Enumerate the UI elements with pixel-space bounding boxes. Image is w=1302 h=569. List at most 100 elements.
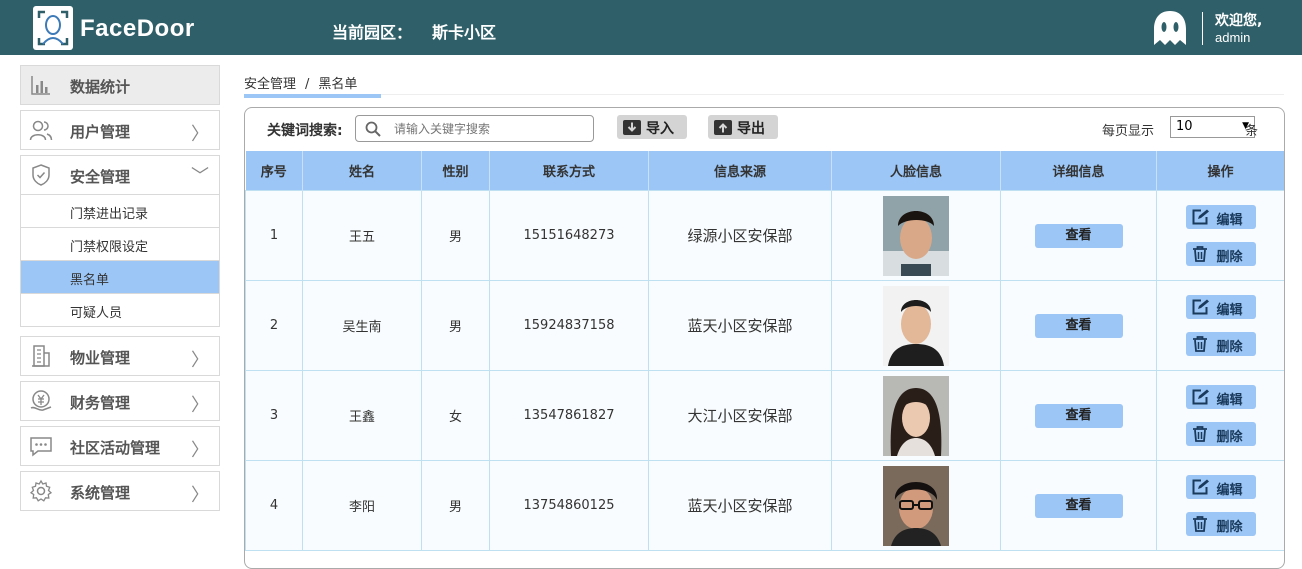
cell-face: [831, 460, 1001, 551]
cell-detail: 查看: [1000, 190, 1157, 281]
facedoor-logo: [33, 6, 73, 50]
edit-button[interactable]: 编辑: [1185, 205, 1256, 229]
column-header: 操作: [1156, 151, 1284, 191]
gear-icon: [29, 479, 53, 502]
edit-button[interactable]: 编辑: [1185, 295, 1256, 319]
bar-chart-icon: [31, 76, 50, 95]
edit-icon: [1192, 479, 1209, 495]
cell-face: [831, 280, 1001, 371]
sidebar-subitem-blacklist[interactable]: 黑名单: [20, 261, 220, 294]
export-button[interactable]: 导出: [708, 115, 778, 139]
per-page-value: 10: [1176, 119, 1193, 134]
view-button[interactable]: 查看: [1034, 223, 1123, 248]
cell-source: 蓝天小区安保部: [648, 280, 832, 371]
sidebar-item-finance[interactable]: 财务管理 〉: [20, 381, 220, 421]
finance-icon: [30, 390, 52, 411]
view-button[interactable]: 查看: [1034, 493, 1123, 518]
face-photo: [883, 195, 949, 276]
table-row: 3 王鑫 女 13547861827 大江小区安保部 查看 编辑 删除: [245, 370, 1284, 461]
blacklist-panel: 关键词搜索: 导入 导出 每页显示 10 ▼ 条 序号 姓名 性别 联系方式 信…: [244, 107, 1285, 569]
column-header: 详细信息: [1000, 151, 1157, 191]
delete-label: 删除: [1216, 250, 1243, 265]
top-header: FaceDoor 当前园区： 斯卡小区 欢迎您, admin: [0, 0, 1302, 55]
current-park-label: 当前园区：: [332, 23, 413, 42]
cell-detail: 查看: [1000, 370, 1157, 461]
cell-source: 蓝天小区安保部: [648, 460, 832, 551]
sidebar-item-label: 用户管理: [70, 123, 131, 141]
cell-phone: 15924837158: [489, 280, 649, 371]
sidebar-subitem-label: 门禁进出记录: [70, 207, 149, 222]
trash-icon: [1192, 426, 1207, 442]
delete-label: 删除: [1216, 340, 1243, 355]
sidebar-subitem-label: 可疑人员: [70, 306, 123, 321]
breadcrumb-parent[interactable]: 安全管理: [244, 77, 296, 92]
breadcrumb-separator: /: [305, 77, 310, 92]
sidebar-item-label: 系统管理: [70, 484, 131, 502]
username[interactable]: admin: [1215, 30, 1250, 45]
sidebar-item-stats[interactable]: 数据统计: [20, 65, 220, 105]
search-box[interactable]: [355, 115, 594, 142]
trash-icon: [1192, 336, 1207, 352]
header-divider: [1202, 12, 1203, 45]
chevron-right-icon: 〉: [191, 395, 209, 416]
chevron-right-icon: 〉: [191, 350, 209, 371]
cell-no: 1: [245, 190, 303, 281]
export-icon: [714, 120, 732, 135]
sidebar-item-label: 数据统计: [70, 78, 131, 96]
view-button[interactable]: 查看: [1034, 403, 1123, 428]
trash-icon: [1192, 246, 1207, 262]
cell-source: 绿源小区安保部: [648, 190, 832, 281]
delete-button[interactable]: 删除: [1185, 512, 1256, 536]
search-input[interactable]: [392, 119, 586, 139]
column-header: 姓名: [302, 151, 422, 191]
sidebar-item-label: 物业管理: [70, 349, 131, 367]
edit-button[interactable]: 编辑: [1185, 385, 1256, 409]
cell-gender: 女: [421, 370, 490, 461]
edit-label: 编辑: [1216, 393, 1243, 408]
sidebar-subitem-label: 门禁权限设定: [70, 240, 149, 255]
building-icon: [32, 345, 50, 367]
search-icon: [365, 121, 381, 137]
view-button[interactable]: 查看: [1034, 313, 1123, 338]
chevron-right-icon: 〉: [191, 440, 209, 461]
cell-phone: 15151648273: [489, 190, 649, 281]
sidebar-subitem-access-permission[interactable]: 门禁权限设定: [20, 228, 220, 261]
import-button[interactable]: 导入: [617, 115, 687, 139]
table-header-row: 序号 姓名 性别 联系方式 信息来源 人脸信息 详细信息 操作: [245, 151, 1284, 191]
chevron-right-icon: 〉: [191, 485, 209, 506]
user-avatar-icon[interactable]: [1150, 9, 1190, 47]
per-page-select[interactable]: 10 ▼: [1170, 116, 1255, 138]
welcome-text: 欢迎您,: [1215, 13, 1263, 29]
breadcrumb: 安全管理 / 黑名单: [244, 73, 357, 92]
sidebar-item-community[interactable]: 社区活动管理 〉: [20, 426, 220, 466]
breadcrumb-divider: [244, 94, 1284, 95]
breadcrumb-active-underline: [244, 94, 381, 98]
sidebar-item-users[interactable]: 用户管理 〉: [20, 110, 220, 150]
shield-icon: [32, 164, 50, 186]
cell-detail: 查看: [1000, 280, 1157, 371]
cell-no: 3: [245, 370, 303, 461]
sidebar-item-label: 财务管理: [70, 394, 131, 412]
sidebar-item-property[interactable]: 物业管理 〉: [20, 336, 220, 376]
sidebar-item-security[interactable]: 安全管理 ﹀: [20, 155, 220, 195]
chevron-right-icon: 〉: [191, 124, 209, 145]
delete-button[interactable]: 删除: [1185, 332, 1256, 356]
column-header: 人脸信息: [831, 151, 1001, 191]
delete-button[interactable]: 删除: [1185, 422, 1256, 446]
per-page-unit: 条: [1245, 124, 1259, 139]
sidebar-subitem-access-log[interactable]: 门禁进出记录: [20, 195, 220, 228]
sidebar-item-label: 安全管理: [70, 168, 131, 186]
breadcrumb-current: 黑名单: [318, 77, 358, 92]
face-photo: [883, 375, 949, 456]
edit-label: 编辑: [1216, 303, 1243, 318]
cell-no: 2: [245, 280, 303, 371]
sidebar-item-system[interactable]: 系统管理 〉: [20, 471, 220, 511]
cell-name: 吴生南: [302, 280, 422, 371]
edit-button[interactable]: 编辑: [1185, 475, 1256, 499]
brand-name: FaceDoor: [80, 15, 195, 42]
cell-phone: 13547861827: [489, 370, 649, 461]
sidebar-subitem-suspects[interactable]: 可疑人员: [20, 294, 220, 327]
current-park-name[interactable]: 斯卡小区: [432, 19, 496, 43]
sidebar-item-label: 社区活动管理: [70, 439, 161, 457]
delete-button[interactable]: 删除: [1185, 242, 1256, 266]
